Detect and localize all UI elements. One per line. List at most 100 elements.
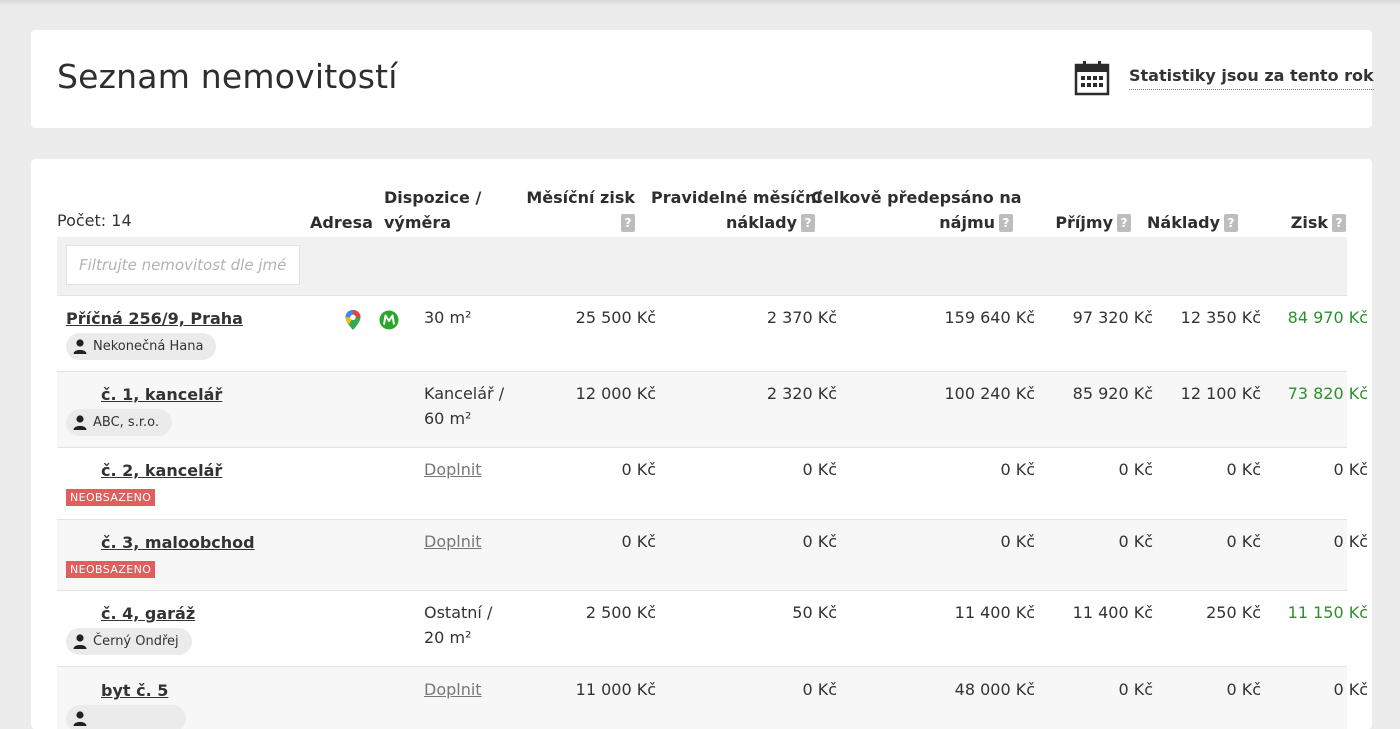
prescribed-rent: 100 240 Kč <box>944 384 1035 403</box>
top-edge <box>0 0 1400 6</box>
monthly-costs: 2 320 Kč <box>766 384 837 403</box>
unit-name-link[interactable]: č. 1, kancelář <box>101 385 222 404</box>
tenant-name: ABC, s.r.o. <box>93 415 159 430</box>
monthly-costs: 0 Kč <box>802 680 837 699</box>
column-header-address[interactable]: Adresa <box>310 210 373 235</box>
income: 0 Kč <box>1118 680 1153 699</box>
filter-row <box>57 237 1347 295</box>
costs: 0 Kč <box>1226 680 1261 699</box>
tenant-chip[interactable]: Černý Ondřej <box>66 628 192 655</box>
help-icon[interactable]: ? <box>1224 214 1238 232</box>
table-row[interactable]: Příčná 256/9, Praha Nekonečná Hana 30 m²… <box>57 295 1368 371</box>
tenant-name: Černý Ondřej <box>93 634 179 649</box>
table-row[interactable]: č. 4, garáž Černý Ondřej Ostatní / 20 m²… <box>57 590 1368 666</box>
help-icon[interactable]: ? <box>1117 214 1131 232</box>
monthly-profit: 12 000 Kč <box>575 384 656 403</box>
column-header-costs[interactable]: Náklady? <box>1131 210 1238 235</box>
column-header-prescribed-rent[interactable]: Celkově předepsáno na nájmu? <box>811 185 1022 235</box>
income: 0 Kč <box>1118 532 1153 551</box>
monthly-costs: 0 Kč <box>802 460 837 479</box>
table-row[interactable]: č. 2, kancelář NEOBSAZENO Doplnit 0 Kč 0… <box>57 447 1368 519</box>
monthly-costs: 0 Kč <box>802 532 837 551</box>
tenant-chip[interactable]: Nekonečná Hana <box>66 333 217 360</box>
costs: 0 Kč <box>1226 460 1261 479</box>
prescribed-rent: 0 Kč <box>1000 460 1035 479</box>
column-header-disposition-line1: Dispozice / <box>384 188 482 207</box>
monthly-costs: 50 Kč <box>792 603 837 622</box>
help-icon[interactable]: ? <box>999 214 1013 232</box>
fill-disposition-link[interactable]: Doplnit <box>424 680 482 699</box>
property-count: Počet: 14 <box>57 211 132 230</box>
fill-disposition-link[interactable]: Doplnit <box>424 532 482 551</box>
calendar-icon <box>1073 59 1111 97</box>
income: 0 Kč <box>1118 460 1153 479</box>
table-row[interactable]: č. 1, kancelář ABC, s.r.o. Kancelář / 60… <box>57 371 1368 447</box>
properties-table: Počet: 14 Adresa Dispozice / výměra Měsí… <box>31 159 1372 729</box>
tenant-chip[interactable]: ABC, s.r.o. <box>66 409 172 436</box>
statistics-period-link[interactable]: Statistiky jsou za tento rok <box>1073 58 1374 98</box>
person-icon <box>73 634 87 649</box>
unit-name-link[interactable]: č. 2, kancelář <box>101 461 222 480</box>
profit: 73 820 Kč <box>1287 384 1368 403</box>
fill-disposition-link[interactable]: Doplnit <box>424 460 482 479</box>
column-header-costs-label: Náklady <box>1147 213 1220 232</box>
unit-name-link[interactable]: byt č. 5 <box>101 681 168 700</box>
column-header-prescribed-line1: Celkově předepsáno na <box>811 188 1022 207</box>
monthly-profit: 2 500 Kč <box>585 603 656 622</box>
vacant-badge: NEOBSAZENO <box>66 561 156 578</box>
profit: 0 Kč <box>1333 680 1368 699</box>
person-icon <box>73 711 87 726</box>
prescribed-rent: 159 640 Kč <box>944 308 1035 327</box>
prescribed-rent: 48 000 Kč <box>954 680 1035 699</box>
google-maps-icon[interactable] <box>345 310 361 334</box>
column-header-monthly-profit[interactable]: Měsíční zisk ? <box>511 185 635 235</box>
monthly-profit: 25 500 Kč <box>575 308 656 327</box>
prescribed-rent: 11 400 Kč <box>954 603 1035 622</box>
page-title: Seznam nemovitostí <box>57 57 398 96</box>
disposition: Ostatní / 20 m² <box>424 603 493 647</box>
unit-name-link[interactable]: č. 4, garáž <box>101 604 195 623</box>
page-header: Seznam nemovitostí Statistiky jsou za te… <box>31 30 1374 128</box>
statistics-period-label[interactable]: Statistiky jsou za tento rok <box>1129 66 1374 90</box>
column-header-prescribed-line2: nájmu <box>939 213 995 232</box>
income: 97 320 Kč <box>1072 308 1153 327</box>
column-header-monthly-costs-line1: Pravidelné měsíční <box>651 188 822 207</box>
monthly-costs: 2 370 Kč <box>766 308 837 327</box>
tenant-chip[interactable] <box>66 705 186 729</box>
column-header-disposition[interactable]: Dispozice / výměra <box>384 185 481 235</box>
profit: 84 970 Kč <box>1287 308 1368 327</box>
unit-name-link[interactable]: č. 3, maloobchod <box>101 533 255 552</box>
profit: 0 Kč <box>1333 460 1368 479</box>
costs: 250 Kč <box>1206 603 1261 622</box>
person-icon <box>73 339 87 354</box>
costs: 12 350 Kč <box>1180 308 1261 327</box>
monthly-profit: 11 000 Kč <box>575 680 656 699</box>
column-header-profit[interactable]: Zisk? <box>1246 210 1346 235</box>
property-filter-input[interactable] <box>66 245 300 285</box>
income: 11 400 Kč <box>1072 603 1153 622</box>
vacant-badge: NEOBSAZENO <box>66 489 156 506</box>
column-header-disposition-line2: výměra <box>384 213 452 232</box>
costs: 12 100 Kč <box>1180 384 1261 403</box>
person-icon <box>73 415 87 430</box>
monthly-profit: 0 Kč <box>621 532 656 551</box>
prescribed-rent: 0 Kč <box>1000 532 1035 551</box>
disposition: Kancelář / 60 m² <box>424 384 505 428</box>
column-header-monthly-costs-line2: náklady <box>726 213 797 232</box>
table-row[interactable]: byt č. 5 Doplnit 11 000 Kč 0 Kč 48 000 K… <box>57 666 1368 729</box>
metro-icon[interactable] <box>379 310 399 334</box>
costs: 0 Kč <box>1226 532 1261 551</box>
help-icon[interactable]: ? <box>1332 214 1346 232</box>
column-header-income[interactable]: Příjmy? <box>1031 210 1131 235</box>
tenant-name: Nekonečná Hana <box>93 339 204 354</box>
disposition: 30 m² <box>424 308 472 327</box>
column-header-income-label: Příjmy <box>1055 213 1113 232</box>
column-header-profit-label: Zisk <box>1290 213 1328 232</box>
column-header-monthly-profit-label: Měsíční zisk <box>526 188 635 207</box>
profit: 0 Kč <box>1333 532 1368 551</box>
column-header-monthly-costs[interactable]: Pravidelné měsíční náklady? <box>651 185 822 235</box>
table-row[interactable]: č. 3, maloobchod NEOBSAZENO Doplnit 0 Kč… <box>57 519 1368 591</box>
property-name-link[interactable]: Příčná 256/9, Praha <box>66 309 243 328</box>
income: 85 920 Kč <box>1072 384 1153 403</box>
help-icon[interactable]: ? <box>621 214 635 232</box>
